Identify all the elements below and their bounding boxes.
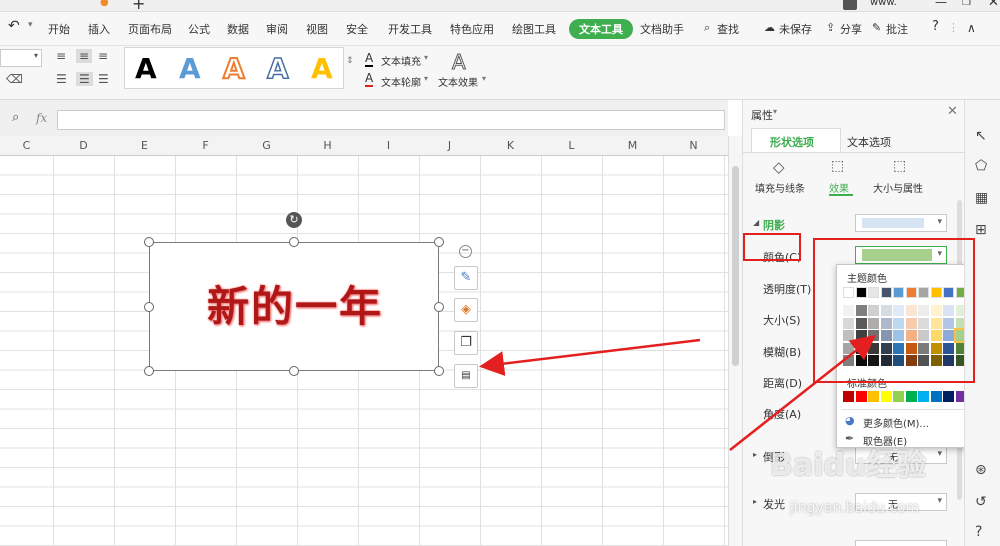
arrow-to-swatch [729, 334, 876, 451]
arrow-to-textbox [479, 338, 701, 377]
watermark-url: jingyan.baidu.com [790, 500, 920, 516]
watermark-logo: Baidu经验 [770, 448, 927, 483]
